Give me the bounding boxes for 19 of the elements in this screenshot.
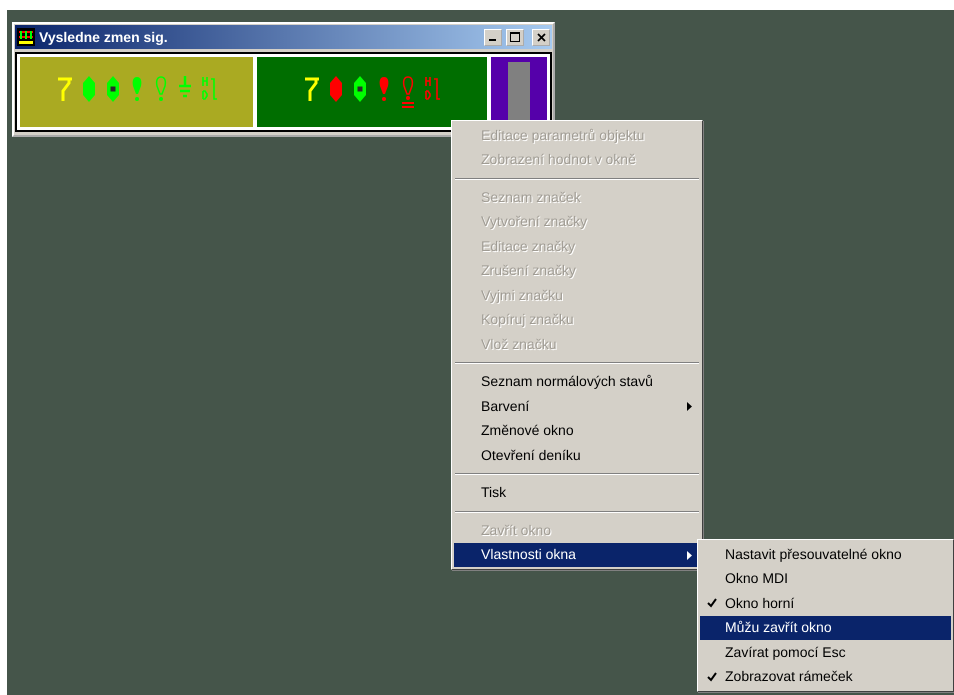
menu-item[interactable]: Seznam normálových stavů [454, 370, 700, 394]
minimize-button[interactable] [484, 28, 502, 46]
menu-item[interactable]: Zavírat pomocí Esc [700, 640, 951, 664]
app-icon [17, 28, 35, 46]
menu-item[interactable]: Zobrazovat rámeček [700, 664, 951, 689]
menu-item[interactable]: Nastavit přesouvatelné okno [700, 542, 951, 566]
menu-item[interactable]: Okno horní [700, 591, 951, 616]
window-title: Vysledne zmen sig. [39, 28, 169, 47]
menu-item[interactable]: Otevření deníku [454, 443, 700, 468]
menu-item[interactable]: Barvení [454, 394, 700, 418]
menu-item[interactable]: Vlastnosti okna [454, 542, 700, 567]
maximize-button[interactable] [506, 28, 524, 46]
menu-item[interactable]: Okno MDI [700, 566, 951, 591]
maximize-icon [510, 32, 520, 42]
close-icon [536, 32, 546, 42]
close-button[interactable] [532, 28, 550, 46]
menu-item[interactable]: Tisk [454, 480, 700, 505]
menu-item[interactable]: Změnové okno [454, 418, 700, 443]
menu-item[interactable]: Můžu zavřít okno [700, 616, 951, 640]
